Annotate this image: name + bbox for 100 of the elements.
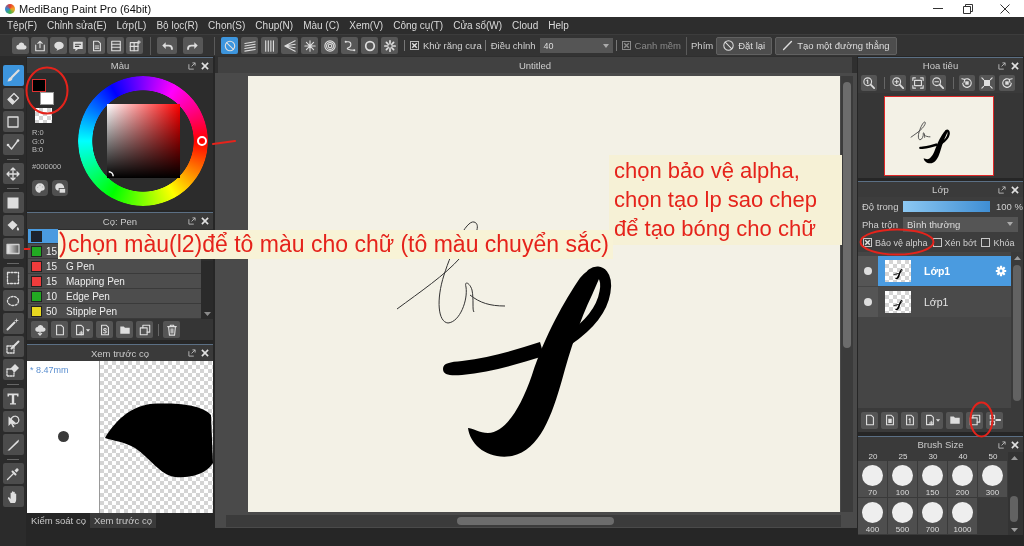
gear-icon[interactable]: [995, 265, 1007, 277]
document-icon[interactable]: [88, 37, 105, 54]
checkbox[interactable]: [410, 41, 419, 50]
brush-size-cell[interactable]: 500: [888, 498, 917, 534]
brush-item[interactable]: 15: [28, 244, 58, 259]
add-document-icon[interactable]: [921, 411, 943, 429]
brush-size-cell[interactable]: 70: [858, 461, 887, 497]
fit-screen-icon[interactable]: [910, 75, 926, 91]
dashed-rectangle-icon[interactable]: [2, 267, 24, 288]
brush-size-cell[interactable]: 150: [918, 461, 947, 497]
checkbox[interactable]: [863, 238, 872, 247]
brush-size-cell[interactable]: 400: [858, 498, 887, 534]
palette-icon[interactable]: [32, 179, 48, 196]
checkbox[interactable]: [932, 238, 942, 247]
picker-cursor-icon[interactable]: [108, 171, 114, 177]
canvas-thumbnail[interactable]: [884, 96, 994, 176]
cloud-icon[interactable]: [12, 37, 29, 54]
popout-icon[interactable]: [998, 61, 1006, 70]
reset-button[interactable]: Đặt lại: [716, 36, 773, 55]
hue-handle-icon[interactable]: [197, 136, 207, 146]
zoom-out-icon[interactable]: [930, 75, 946, 91]
opacity-slider[interactable]: [903, 200, 990, 212]
add-document-icon[interactable]: [71, 321, 93, 338]
menu-item[interactable]: Xem(V): [344, 18, 389, 33]
rotate-right-icon[interactable]: [999, 75, 1015, 91]
brush-item[interactable]: 10 Edge Pen: [28, 289, 201, 304]
speech-bubble-icon[interactable]: [50, 37, 67, 54]
menu-item[interactable]: Công cụ(T): [388, 18, 449, 33]
restore-icon[interactable]: [963, 3, 973, 14]
straight-line-button[interactable]: Tạo một đường thẳng: [775, 36, 897, 55]
palette-card-icon[interactable]: [52, 179, 68, 196]
slashed-circle-icon[interactable]: [221, 37, 238, 54]
scrollbar-thumb[interactable]: [1010, 496, 1018, 522]
trash-icon[interactable]: [163, 321, 180, 338]
move-arrows-icon[interactable]: [2, 163, 24, 184]
selection-eraser-icon[interactable]: [2, 359, 24, 380]
menu-item[interactable]: Bộ lọc(R): [151, 18, 204, 33]
grid-icon[interactable]: [126, 37, 143, 54]
brush-item[interactable]: 15 G Pen: [28, 259, 201, 274]
document-badge-icon[interactable]: [881, 411, 898, 429]
brush-size-cell[interactable]: 200: [948, 461, 977, 497]
visibility-dot-icon[interactable]: [864, 267, 872, 275]
popout-icon[interactable]: [188, 217, 196, 225]
scroll-down-icon[interactable]: [1010, 528, 1018, 532]
vertical-scrollbar[interactable]: [841, 76, 853, 512]
knife-icon[interactable]: [2, 434, 24, 455]
pointer-icon[interactable]: [2, 411, 24, 432]
magic-wand-icon[interactable]: [2, 313, 24, 334]
menu-item[interactable]: Chụp(N): [250, 18, 299, 33]
correction-dropdown[interactable]: 40: [539, 38, 613, 53]
framed-square-icon[interactable]: [979, 75, 995, 91]
visibility-dot-icon[interactable]: [864, 298, 872, 306]
brush-item[interactable]: 50 Stipple Pen: [28, 304, 201, 319]
popout-icon[interactable]: [188, 349, 196, 357]
circle-icon[interactable]: [361, 37, 378, 54]
gradient-icon[interactable]: [2, 238, 24, 259]
document-letter-icon[interactable]: [96, 321, 113, 338]
menu-item[interactable]: Chọn(S): [203, 18, 251, 33]
square-outline-icon[interactable]: [2, 111, 24, 132]
brush-item[interactable]: [28, 229, 58, 244]
vertical-lines-icon[interactable]: [261, 37, 278, 54]
document-tab[interactable]: Untitled: [218, 57, 852, 73]
list-icon[interactable]: [107, 37, 124, 54]
menu-item[interactable]: Màu (C): [298, 18, 345, 33]
magnifier-icon[interactable]: [861, 75, 877, 91]
paint-bucket-icon[interactable]: [2, 215, 24, 236]
brush-size-cell[interactable]: 100: [888, 461, 917, 497]
text-icon[interactable]: [2, 388, 24, 409]
document-icon[interactable]: [51, 321, 68, 338]
checkbox[interactable]: [981, 238, 991, 247]
hand-icon[interactable]: [2, 486, 24, 507]
converging-lines-icon[interactable]: [281, 37, 298, 54]
filled-square-icon[interactable]: [2, 192, 24, 213]
horizontal-scrollbar[interactable]: [226, 515, 841, 527]
menu-item[interactable]: Cửa sổ(W): [448, 18, 508, 33]
message-icon[interactable]: [69, 37, 86, 54]
close-icon[interactable]: [1000, 3, 1010, 14]
color-swatch-icon[interactable]: [32, 79, 46, 92]
selection-pen-icon[interactable]: [2, 336, 24, 357]
starburst-icon[interactable]: [301, 37, 318, 54]
brush-icon[interactable]: [2, 65, 24, 86]
eyedropper-icon[interactable]: [2, 463, 24, 484]
concentric-circles-icon[interactable]: [321, 37, 338, 54]
folder-icon[interactable]: [946, 411, 963, 429]
folder-icon[interactable]: [116, 321, 133, 338]
scrollbar-thumb[interactable]: [1013, 265, 1021, 401]
menu-item[interactable]: Chỉnh sửa(E): [42, 18, 112, 33]
popout-icon[interactable]: [998, 185, 1006, 194]
duplicate-icon[interactable]: [136, 321, 153, 338]
rotate-left-icon[interactable]: [959, 75, 975, 91]
saturation-value-square[interactable]: [107, 104, 180, 178]
gear-icon[interactable]: [381, 37, 398, 54]
scrollbar-thumb[interactable]: [843, 82, 851, 348]
scrollbar-thumb[interactable]: [457, 517, 614, 525]
menu-item[interactable]: Lớp(L): [111, 18, 152, 33]
zoom-in-icon[interactable]: [890, 75, 906, 91]
panel-tab[interactable]: Kiểm soát cọ: [27, 513, 90, 528]
popout-icon[interactable]: [998, 440, 1006, 449]
document-one-icon[interactable]: [901, 411, 918, 429]
menu-item[interactable]: Cloud: [507, 18, 544, 33]
